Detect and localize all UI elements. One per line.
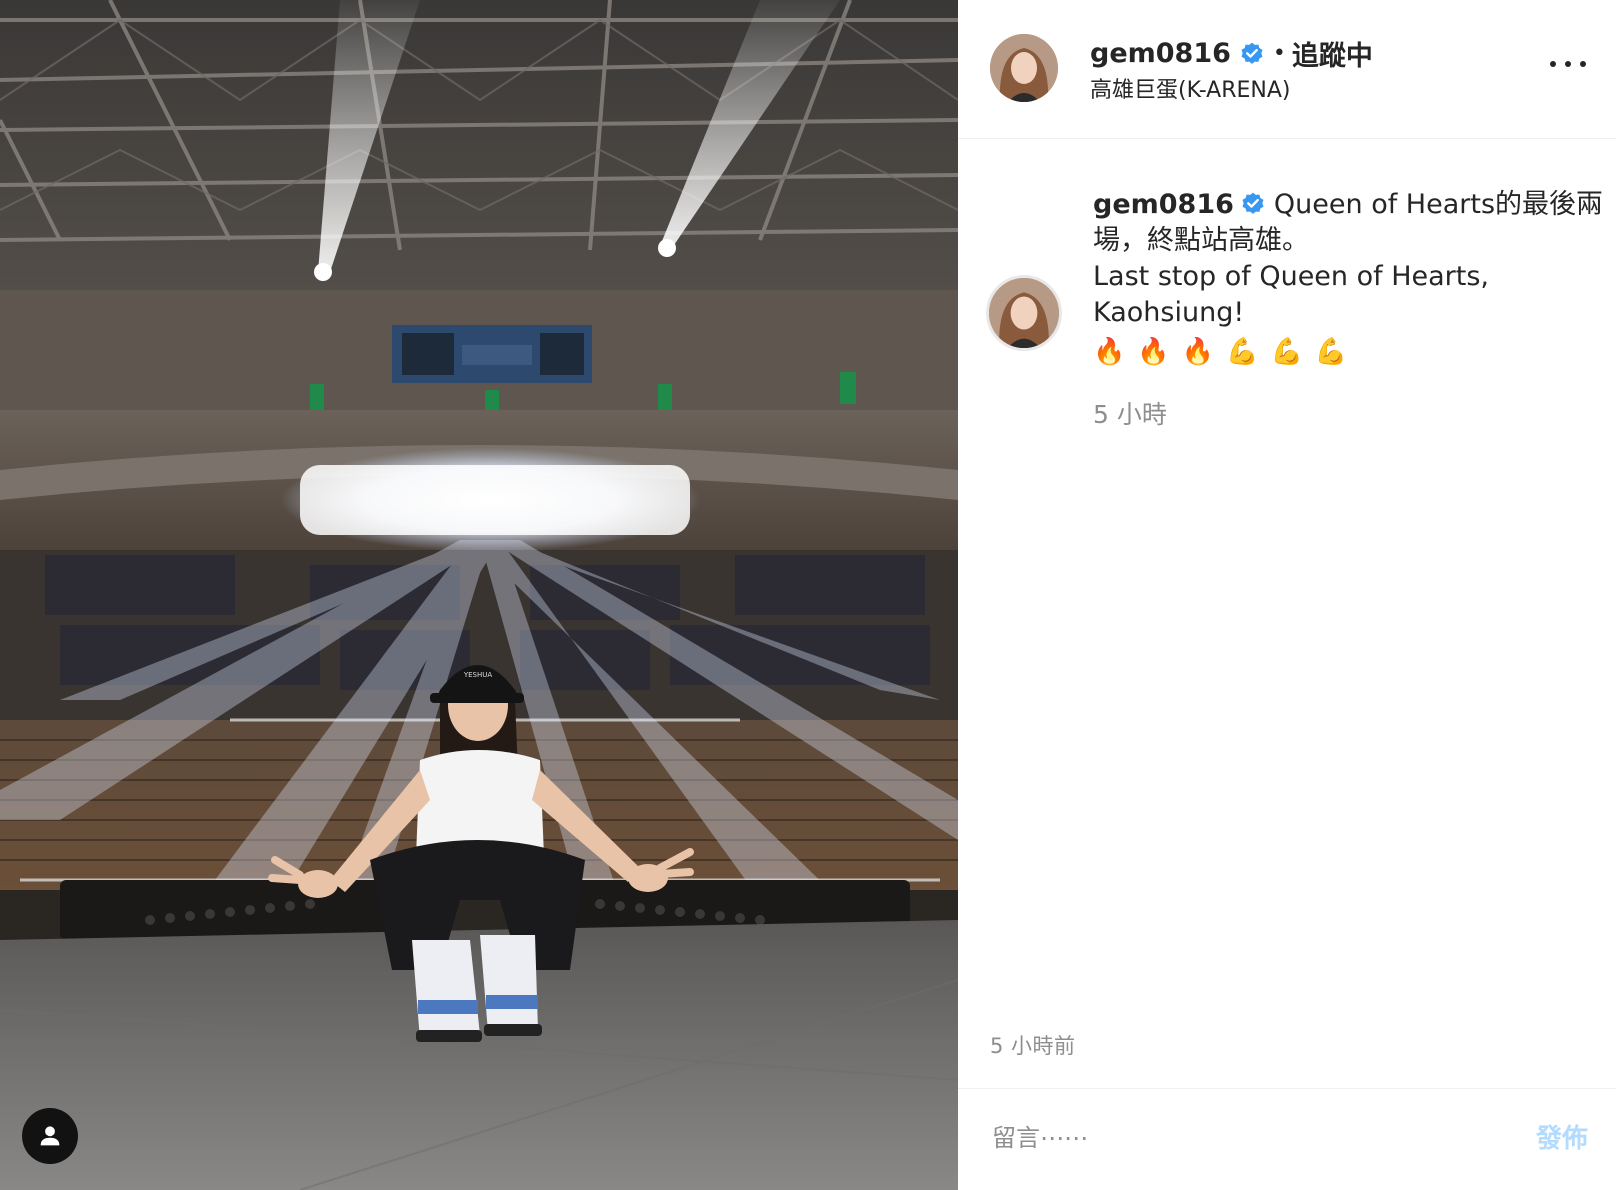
profile-photo	[989, 278, 1059, 348]
user-tag-icon	[40, 1126, 60, 1146]
more-options-icon-dot	[1565, 61, 1571, 67]
fire-emoji: 🔥	[1093, 337, 1126, 367]
post-comment-button[interactable]: 發佈	[1530, 1117, 1594, 1156]
flexed-biceps-emoji: 💪	[1270, 337, 1303, 367]
header-user-line: gem0816 • 追蹤中	[1090, 34, 1373, 73]
post-timestamp[interactable]: 5 小時前	[990, 1030, 1076, 1060]
flexed-biceps-emoji: 💪	[1314, 337, 1348, 367]
caption-avatar[interactable]	[986, 275, 1062, 351]
post-side-panel: gem0816 • 追蹤中 高雄巨蛋(K-ARENA) gem0816 Quee…	[958, 0, 1616, 1190]
follow-status-button[interactable]: 追蹤中	[1292, 34, 1373, 73]
header-separator: •	[1272, 41, 1286, 66]
fire-emoji: 🔥	[1181, 337, 1215, 367]
add-comment-section: 發佈	[958, 1088, 1616, 1190]
comment-input[interactable]	[990, 1117, 1494, 1159]
more-options-button[interactable]	[1550, 56, 1586, 72]
caption-line-1: Queen of Hearts的最後兩	[1273, 189, 1604, 220]
user-tag-button[interactable]	[22, 1108, 78, 1164]
verified-badge-icon	[1241, 42, 1263, 64]
caption-line-2: 場，終點站高雄。	[1093, 225, 1309, 256]
flexed-biceps-emoji: 💪	[1226, 337, 1259, 367]
caption-username[interactable]: gem0816	[1093, 189, 1234, 220]
caption-text: gem0816 Queen of Hearts的最後兩 場，終點站高雄。 Last…	[1093, 187, 1603, 369]
location-link[interactable]: 高雄巨蛋(K-ARENA)	[1090, 72, 1290, 104]
caption-line-4: Kaohsiung!	[1093, 297, 1245, 328]
more-options-icon-dot	[1550, 61, 1556, 67]
caption-first-line: gem0816 Queen of Hearts的最後兩	[1093, 187, 1603, 223]
header-username[interactable]: gem0816	[1090, 38, 1231, 69]
avatar[interactable]	[990, 34, 1058, 102]
post-header: gem0816 • 追蹤中 高雄巨蛋(K-ARENA)	[958, 0, 1616, 139]
profile-photo	[990, 34, 1058, 102]
caption-line-3: Last stop of Queen of Hearts,	[1093, 261, 1490, 292]
post-photo[interactable]: YESHUA	[0, 0, 958, 1190]
more-options-icon-dot	[1580, 61, 1586, 67]
instagram-post: YESHUA gem0816 • 追蹤中 高雄巨蛋(K-ARENA) gem08…	[0, 0, 1616, 1190]
arena-stage-photo: YESHUA	[0, 0, 958, 1190]
caption-emoji-row: 🔥 🔥 🔥 💪 💪 💪	[1093, 335, 1593, 369]
caption-timestamp[interactable]: 5 小時	[1093, 395, 1167, 431]
fire-emoji: 🔥	[1137, 337, 1170, 367]
cap-logo-text: YESHUA	[463, 671, 493, 679]
verified-badge-icon	[1242, 192, 1264, 214]
